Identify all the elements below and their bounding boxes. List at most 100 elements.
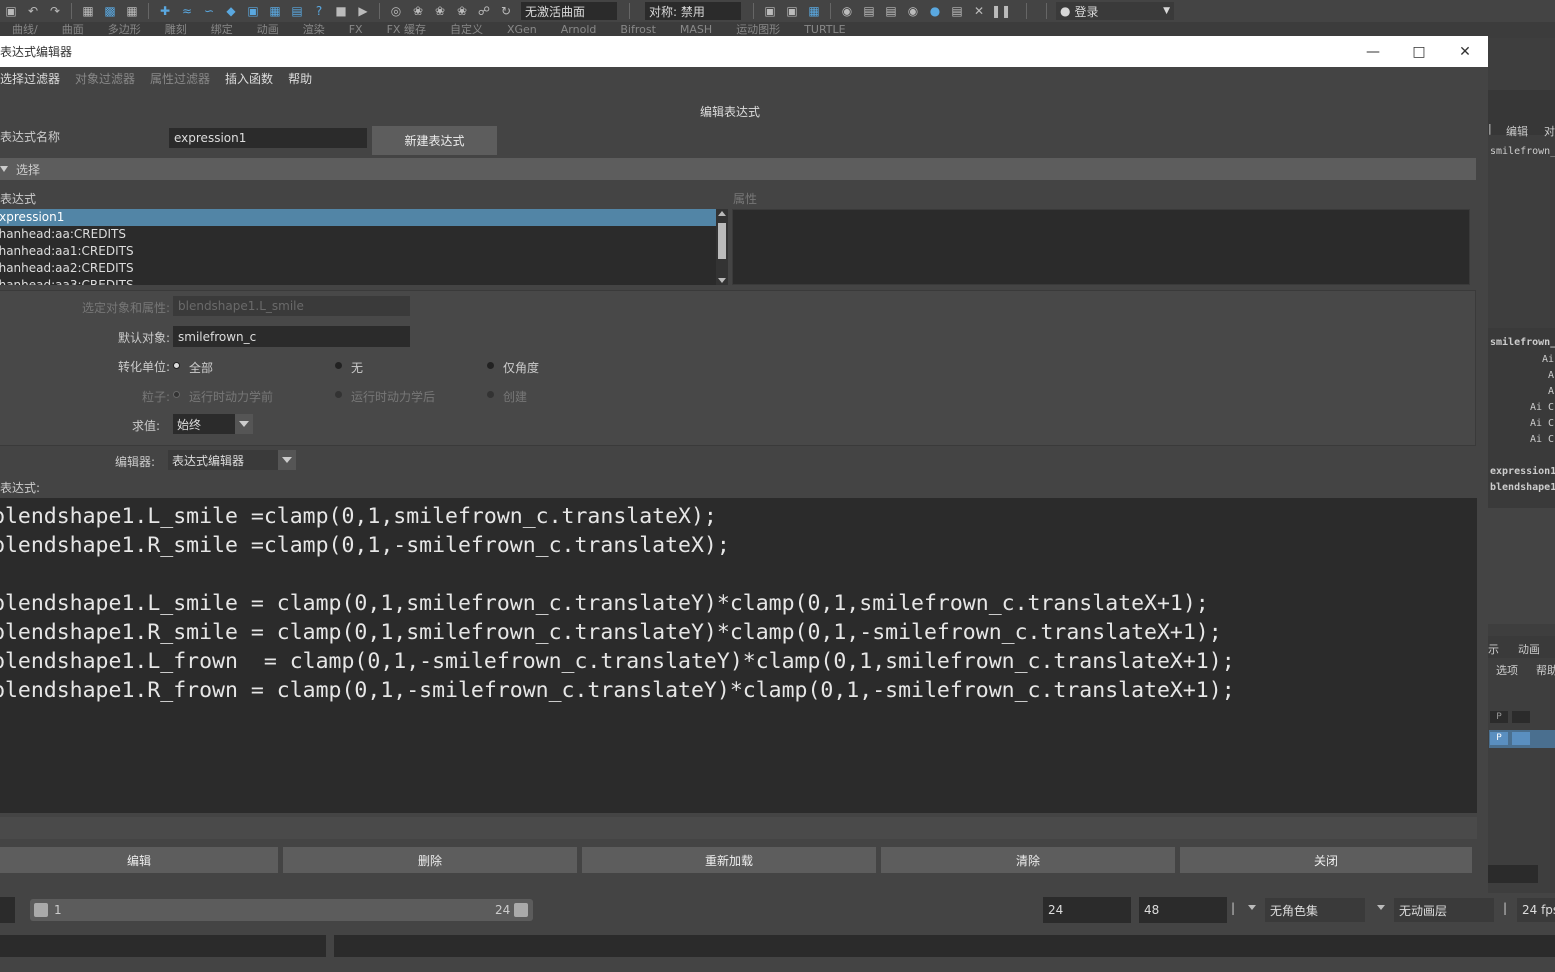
chevron-down-icon[interactable]	[1248, 905, 1256, 910]
maximize-button[interactable]: □	[1396, 36, 1442, 67]
edit-button[interactable]: 编辑	[0, 847, 278, 873]
live-surface-field[interactable]: 无激活曲面	[521, 2, 617, 20]
snap-point-icon[interactable]: ∽	[201, 3, 217, 19]
tab-edit[interactable]: 编辑	[1506, 123, 1528, 139]
help-menu[interactable]: 帮助	[1536, 662, 1555, 678]
range-end-handle[interactable]	[514, 903, 528, 917]
expression-name-input[interactable]: expression1	[169, 128, 367, 148]
layer-visibility-icon[interactable]	[1512, 711, 1530, 723]
character-set-dropdown[interactable]: 无角色集	[1265, 898, 1365, 922]
end-field[interactable]	[1488, 865, 1538, 883]
clear-button[interactable]: 清除	[881, 847, 1175, 873]
animation-layer-dropdown[interactable]: 无动画层	[1394, 898, 1494, 922]
menu-item[interactable]: 选择过滤器	[0, 70, 60, 87]
list-item[interactable]: chanhead:aa3:CREDITS	[0, 277, 716, 285]
menu-item[interactable]: 属性过滤器	[150, 70, 210, 87]
arnold-icon[interactable]: ●	[927, 3, 943, 19]
menu-item[interactable]: 帮助	[288, 70, 312, 87]
list-item[interactable]: expression1	[0, 209, 716, 226]
symmetry-field[interactable]: 对称: 禁用	[645, 2, 741, 20]
convert-all-radio[interactable]	[173, 362, 180, 369]
delete-button[interactable]: 删除	[283, 847, 577, 873]
menu-item[interactable]: 插入函数	[225, 70, 273, 87]
start-time-field[interactable]	[0, 897, 15, 923]
new-expression-button[interactable]: 新建表达式	[372, 126, 497, 155]
default-object-input[interactable]: smilefrown_c	[173, 326, 410, 347]
menu-item[interactable]: 对象过滤器	[75, 70, 135, 87]
expression-code-editor[interactable]: blendshape1.L_smile =clamp(0,1,smilefrow…	[0, 498, 1477, 813]
convert-angular-radio[interactable]	[487, 362, 494, 369]
editor-dropdown[interactable]: 表达式编辑器	[168, 450, 296, 470]
convert-units-label: 转化单位:	[118, 360, 171, 374]
undo-icon[interactable]: ↶	[25, 3, 41, 19]
redo-icon[interactable]: ↷	[47, 3, 63, 19]
animation-end-field[interactable]: 48	[1139, 897, 1227, 923]
range-start-handle[interactable]	[34, 903, 48, 917]
select-by-hierarchy-icon[interactable]: ▦	[80, 3, 96, 19]
tab-display[interactable]: 示	[1488, 641, 1499, 657]
expression-list-scrollbar[interactable]	[716, 209, 728, 285]
tab-animation[interactable]: 动画	[1518, 641, 1540, 657]
fps-dropdown[interactable]: 24 fps	[1517, 898, 1555, 922]
chevron-down-icon[interactable]	[1377, 905, 1385, 910]
scroll-up-icon[interactable]	[718, 211, 726, 216]
options-menu[interactable]: 选项	[1496, 662, 1518, 678]
render-view-icon[interactable]: ◉	[839, 3, 855, 19]
scroll-down-icon[interactable]	[718, 278, 726, 283]
list-item[interactable]: chanhead:aa1:CREDITS	[0, 243, 716, 260]
snap-grid-icon[interactable]: ✚	[157, 3, 173, 19]
ipr-icon[interactable]: ▣	[784, 3, 800, 19]
history-icon[interactable]: ▤	[289, 3, 305, 19]
tab-object[interactable]: 对	[1544, 123, 1555, 139]
symmetry-icon[interactable]: ↻	[498, 3, 514, 19]
editor-status-strip	[0, 817, 1477, 839]
save-icon[interactable]: ▣	[3, 3, 19, 19]
playback-end-field[interactable]: 24	[1043, 897, 1131, 923]
reload-button[interactable]: 重新加载	[582, 847, 876, 873]
lasso-paint-icon[interactable]: ❀	[432, 3, 448, 19]
code-line: blendshape1.L_smile = clamp(0,1,smilefro…	[0, 591, 1209, 616]
select-by-component-icon[interactable]: ▦	[124, 3, 140, 19]
user-icon: ●	[1060, 4, 1071, 18]
list-item[interactable]: chanhead:aa2:CREDITS	[0, 260, 716, 277]
close-button[interactable]: 关闭	[1180, 847, 1472, 873]
selected-object-label: 选定对象和属性:	[82, 301, 171, 315]
select-tool-icon[interactable]: ▶	[355, 3, 371, 19]
soft-select-icon[interactable]: ❀	[454, 3, 470, 19]
layer-color-icon[interactable]	[1512, 732, 1530, 745]
render-setup-icon[interactable]: ▤	[949, 3, 965, 19]
list-item[interactable]: chanhead:aa:CREDITS	[0, 226, 716, 243]
snap-curve-icon[interactable]: ≈	[179, 3, 195, 19]
expression-list[interactable]: expression1chanhead:aa:CREDITSchanhead:a…	[0, 209, 716, 285]
playback-icon[interactable]: P	[1490, 732, 1508, 745]
lasso-icon[interactable]: ❀	[410, 3, 426, 19]
snap-surface-icon[interactable]: ▣	[245, 3, 261, 19]
snap-together-icon[interactable]: ◎	[388, 3, 404, 19]
hypershade-icon[interactable]: ◉	[905, 3, 921, 19]
command-input[interactable]	[0, 935, 326, 957]
minimize-button[interactable]: —	[1350, 36, 1396, 67]
select-by-object-icon[interactable]: ▩	[102, 3, 118, 19]
close-window-button[interactable]: ✕	[1442, 36, 1488, 67]
light-editor-icon[interactable]: ✕	[971, 3, 987, 19]
range-slider[interactable]: 1 24	[30, 899, 533, 921]
evaluate-dropdown[interactable]: 始终	[173, 414, 253, 434]
snap-live-icon[interactable]: ▦	[267, 3, 283, 19]
render-settings-icon[interactable]: ▦	[806, 3, 822, 19]
render-region-icon[interactable]: ▣	[762, 3, 778, 19]
snap-view-icon[interactable]: ◆	[223, 3, 239, 19]
scroll-thumb[interactable]	[718, 223, 726, 259]
magnet-icon[interactable]: ☍	[476, 3, 492, 19]
code-line: blendshape1.R_frown = clamp(0,1,-smilefr…	[0, 678, 1235, 703]
playback-icon[interactable]: P	[1490, 711, 1508, 723]
login-dropdown[interactable]: ● 登录 ▼	[1056, 2, 1174, 20]
lock-icon[interactable]: ■	[333, 3, 349, 19]
help-icon[interactable]: ?	[311, 3, 327, 19]
attribute-list[interactable]	[732, 209, 1470, 285]
render-frame-icon[interactable]: ▤	[861, 3, 877, 19]
render-sequence-icon[interactable]: ▤	[883, 3, 899, 19]
convert-none-radio[interactable]	[335, 362, 342, 369]
selection-frame-header[interactable]: 选择	[0, 158, 1476, 180]
pause-icon[interactable]: ❚❚	[991, 3, 1011, 19]
